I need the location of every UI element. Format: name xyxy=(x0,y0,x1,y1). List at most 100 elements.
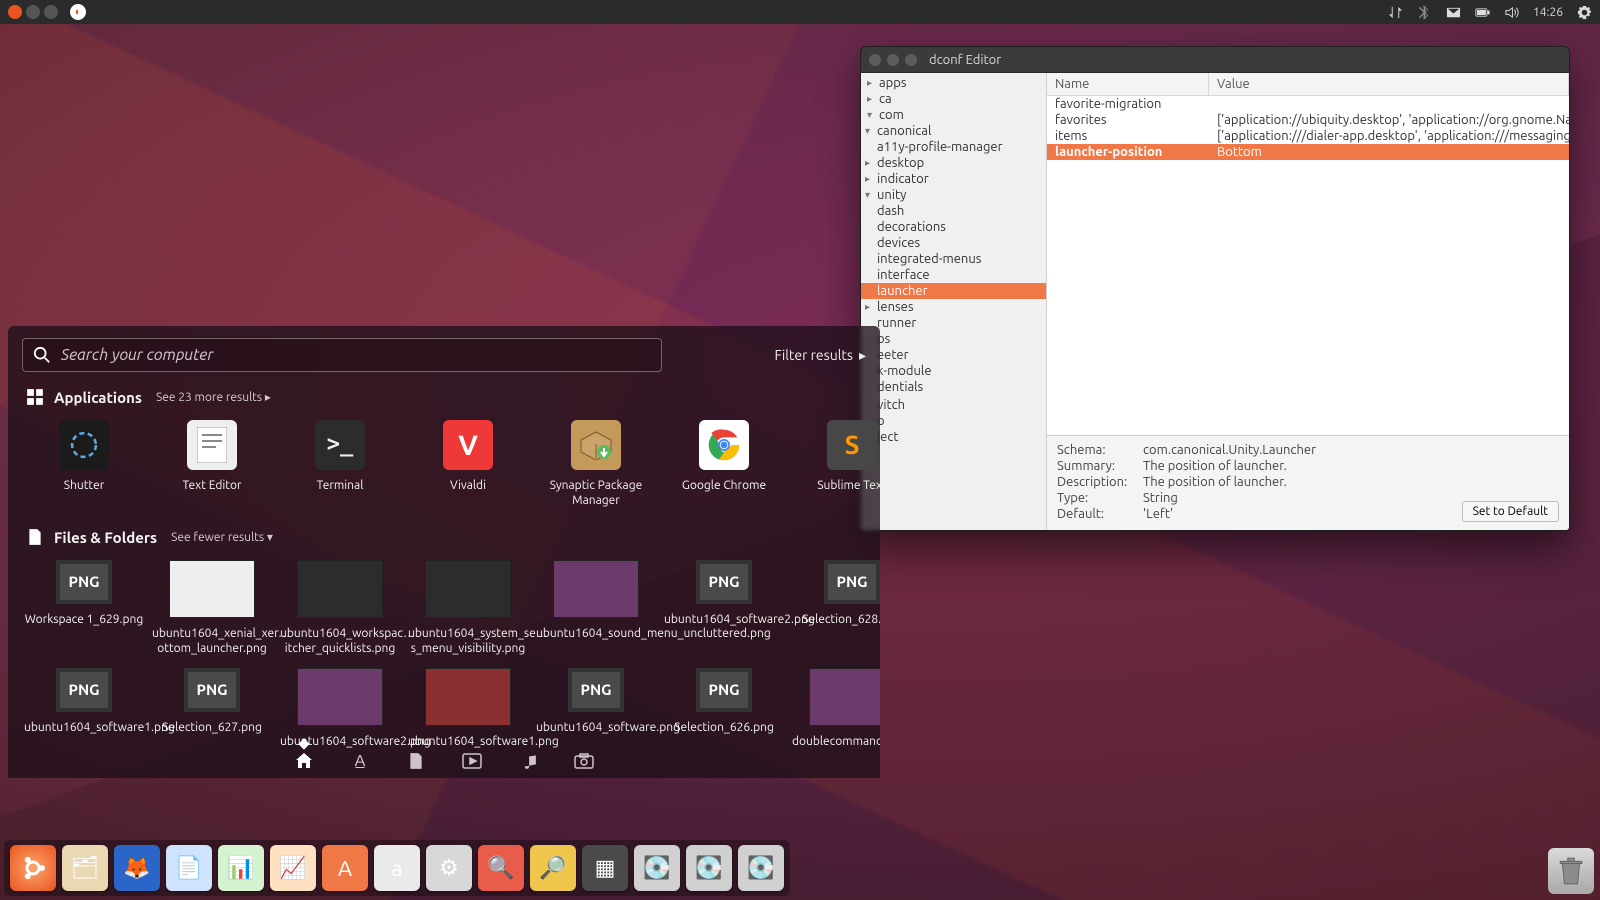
app-tile[interactable]: Synaptic Package Manager xyxy=(534,416,658,512)
schema-tree[interactable]: ▸apps ▸ca ▾com ▾canonical a11y-profile-m… xyxy=(861,73,1047,530)
file-label: ubuntu1604_software2.png xyxy=(664,612,784,640)
app-label: Text Editor xyxy=(152,478,272,506)
launcher-software[interactable]: A xyxy=(322,845,368,891)
see-more-apps[interactable]: See 23 more results ▸ xyxy=(156,390,271,404)
section-title: Files & Folders xyxy=(54,529,157,546)
launcher-files[interactable]: 🗂 xyxy=(62,845,108,891)
app-tile[interactable]: V Vivaldi xyxy=(406,416,530,512)
tree-node[interactable]: o xyxy=(861,413,1046,429)
table-row[interactable]: launcher-position Bottom xyxy=(1047,144,1569,160)
tree-node[interactable]: integrated-menus xyxy=(861,251,1046,267)
launcher-disk3[interactable]: 💽 xyxy=(738,845,784,891)
max-icon[interactable] xyxy=(905,54,917,66)
lens-photos[interactable] xyxy=(573,750,595,772)
app-tile[interactable]: Google Chrome xyxy=(662,416,786,512)
file-tile[interactable]: ubuntu1604_sound_menu_uncluttered.png xyxy=(534,556,658,660)
ubuntu-button[interactable] xyxy=(10,845,56,891)
gear-icon[interactable] xyxy=(1577,5,1592,20)
launcher-writer[interactable]: 📄 xyxy=(166,845,212,891)
clock[interactable]: 14:26 xyxy=(1533,6,1563,19)
window-titlebar[interactable]: dconf Editor xyxy=(861,47,1569,73)
launcher-impress[interactable]: 📈 xyxy=(270,845,316,891)
launcher-amazon[interactable]: a xyxy=(374,845,420,891)
launcher-search[interactable]: 🔍 xyxy=(478,845,524,891)
tree-node[interactable]: ject xyxy=(861,429,1046,445)
tree-node[interactable]: dash xyxy=(861,203,1046,219)
close-icon[interactable] xyxy=(869,54,881,66)
lens-files[interactable] xyxy=(405,750,427,772)
expand-icon: ▸ xyxy=(867,93,876,105)
launcher-disk1[interactable]: 💽 xyxy=(634,845,680,891)
filter-results[interactable]: Filter results ▸ xyxy=(774,347,866,364)
window-min-icon[interactable] xyxy=(26,5,40,19)
tree-node[interactable]: ps xyxy=(861,331,1046,347)
dconf-editor-window: dconf Editor ▸apps ▸ca ▾com ▾canonical a… xyxy=(860,46,1570,531)
tree-node[interactable]: interface xyxy=(861,267,1046,283)
launcher-disk2[interactable]: 💽 xyxy=(686,845,732,891)
launcher-settings[interactable]: ⚙ xyxy=(426,845,472,891)
file-tile[interactable]: PNG Selection_628.png xyxy=(790,556,880,660)
launcher-lens[interactable]: 🔎 xyxy=(530,845,576,891)
tree-node[interactable]: runner xyxy=(861,315,1046,331)
lens-music[interactable] xyxy=(517,750,539,772)
window-max-icon[interactable] xyxy=(44,5,58,19)
tree-node[interactable]: decorations xyxy=(861,219,1046,235)
search-box[interactable] xyxy=(22,338,662,372)
tree-node[interactable]: ▸indicator xyxy=(861,171,1046,187)
min-icon[interactable] xyxy=(887,54,899,66)
tree-node[interactable]: ▾unity xyxy=(861,187,1046,203)
bluetooth-icon[interactable] xyxy=(1417,5,1432,20)
set-to-default-button[interactable]: Set to Default xyxy=(1462,501,1559,522)
tree-node[interactable]: k-module xyxy=(861,363,1046,379)
file-tile[interactable]: ubuntu1604_workspac…itcher_quicklists.pn… xyxy=(278,556,402,660)
app-tile[interactable]: S Sublime Text xyxy=(790,416,880,512)
see-fewer-files[interactable]: See fewer results ▾ xyxy=(171,530,273,544)
tree-node[interactable]: eeter xyxy=(861,347,1046,363)
tree-node[interactable]: dentials xyxy=(861,379,1046,395)
lens-home[interactable] xyxy=(293,750,315,772)
col-value[interactable]: Value xyxy=(1209,73,1569,95)
tree-node[interactable]: ▾canonical xyxy=(861,123,1046,139)
tree-node[interactable]: vitch xyxy=(861,397,1046,413)
tree-node[interactable]: launcher xyxy=(861,283,1046,299)
file-tile[interactable]: ubuntu1604_system_se…s_menu_visibility.p… xyxy=(406,556,530,660)
applications-header[interactable]: Applications See 23 more results ▸ xyxy=(26,388,862,406)
files-header[interactable]: Files & Folders See fewer results ▾ xyxy=(26,528,862,546)
app-tile[interactable]: Text Editor xyxy=(150,416,274,512)
table-row[interactable]: favorite-migration xyxy=(1047,96,1569,112)
launcher-calc[interactable]: 📊 xyxy=(218,845,264,891)
app-tile[interactable]: Shutter xyxy=(22,416,146,512)
tree-node[interactable]: devices xyxy=(861,235,1046,251)
file-label: ubuntu1604_software.png xyxy=(536,720,656,748)
lens-apps[interactable]: A̲ xyxy=(349,750,371,772)
window-close-icon[interactable] xyxy=(8,5,22,19)
tree-node[interactable]: ▾com xyxy=(861,107,1046,123)
app-label: Terminal xyxy=(280,478,400,506)
key-value: ['application:///dialer-app.desktop', 'a… xyxy=(1209,128,1569,144)
tree-node[interactable]: ▸desktop xyxy=(861,155,1046,171)
tree-node[interactable]: a11y-profile-manager xyxy=(861,139,1046,155)
file-tile[interactable]: PNG Workspace 1_629.png xyxy=(22,556,146,660)
search-input[interactable] xyxy=(61,346,651,364)
file-tile[interactable]: PNG ubuntu1604_software2.png xyxy=(662,556,786,660)
table-row[interactable]: favorites ['application://ubiquity.deskt… xyxy=(1047,112,1569,128)
key-value xyxy=(1209,96,1569,112)
trash-icon[interactable] xyxy=(1548,848,1594,894)
battery-icon[interactable] xyxy=(1475,5,1490,20)
file-tile[interactable]: ubuntu1604_xenial_xer…ottom_launcher.png xyxy=(150,556,274,660)
lens-video[interactable] xyxy=(461,750,483,772)
network-icon[interactable] xyxy=(1388,5,1403,20)
col-name[interactable]: Name xyxy=(1047,73,1209,95)
file-label: Workspace 1_629.png xyxy=(24,612,144,640)
tree-node[interactable]: ▸lenses xyxy=(861,299,1046,315)
mail-icon[interactable] xyxy=(1446,5,1461,20)
volume-icon[interactable] xyxy=(1504,5,1519,20)
tree-node[interactable]: ▸apps xyxy=(861,75,1046,91)
table-row[interactable]: items ['application:///dialer-app.deskto… xyxy=(1047,128,1569,144)
search-icon xyxy=(33,346,51,364)
app-tile[interactable]: >_ Terminal xyxy=(278,416,402,512)
launcher-firefox[interactable]: 🦊 xyxy=(114,845,160,891)
launcher-workspace[interactable]: ▦ xyxy=(582,845,628,891)
app-label: Synaptic Package Manager xyxy=(536,478,656,508)
tree-node[interactable]: ▸ca xyxy=(861,91,1046,107)
